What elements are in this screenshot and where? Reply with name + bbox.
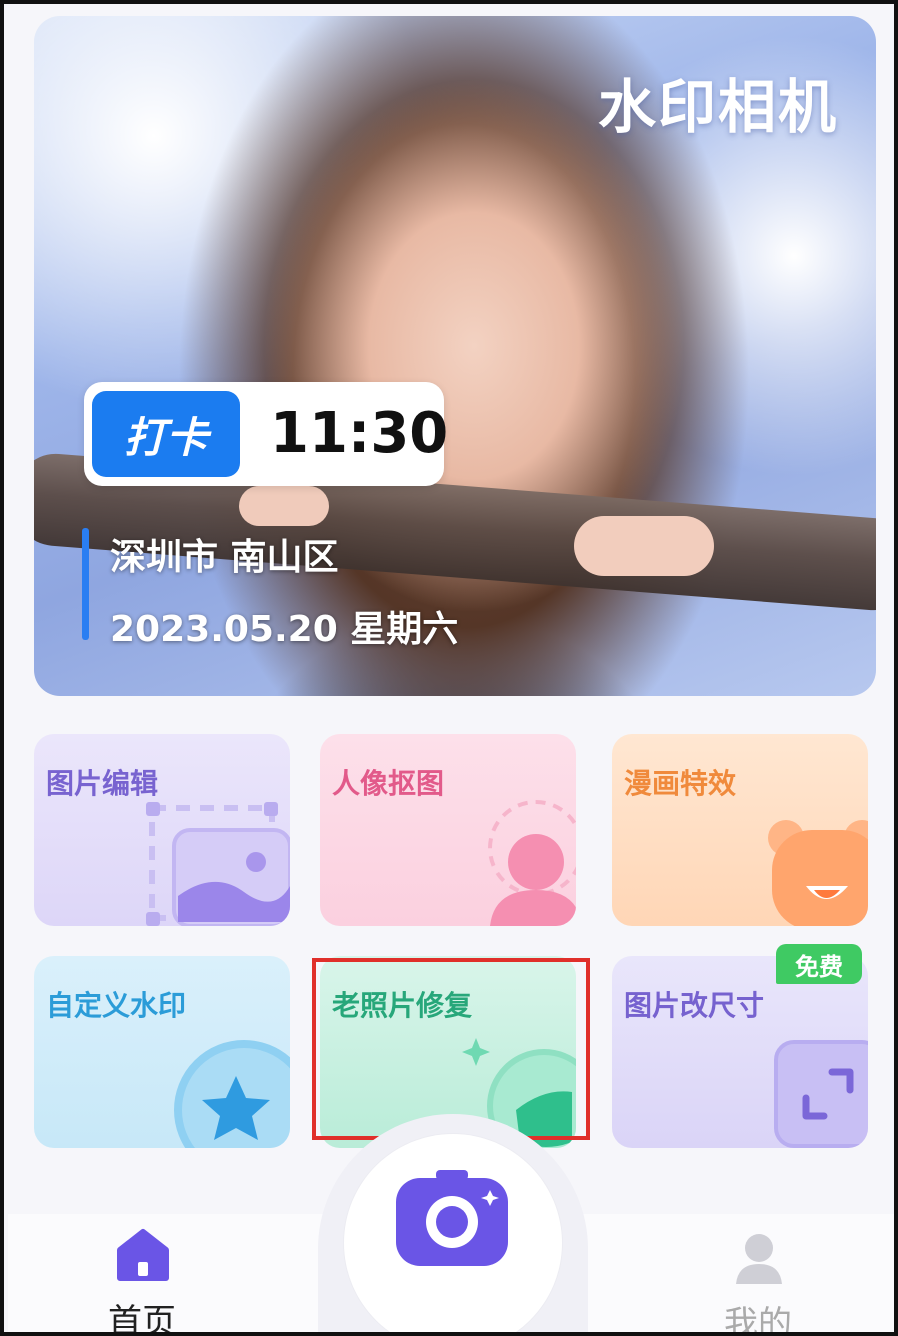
feature-label: 自定义水印 bbox=[46, 989, 187, 1022]
feature-image-edit[interactable]: 图片编辑 bbox=[34, 734, 290, 926]
free-badge: 免费 bbox=[776, 944, 862, 984]
feature-image-resize[interactable]: 图片改尺寸 bbox=[612, 956, 868, 1148]
feature-comic-effect[interactable]: 漫画特效 bbox=[612, 734, 868, 926]
bear-icon bbox=[768, 820, 868, 926]
tab-label-home: 首页 bbox=[108, 1302, 176, 1336]
date-text: 2023.05.20 星期六 bbox=[110, 609, 459, 650]
home-icon bbox=[117, 1229, 169, 1281]
tab-label-profile: 我的 bbox=[724, 1304, 792, 1336]
feature-label: 人像抠图 bbox=[332, 767, 445, 800]
image-edit-icon bbox=[146, 802, 290, 926]
camera-button[interactable] bbox=[396, 1170, 508, 1266]
highlight-box bbox=[312, 958, 590, 1140]
hand-decoration bbox=[239, 486, 329, 526]
resize-icon bbox=[774, 1040, 868, 1148]
profile-icon bbox=[736, 1234, 782, 1284]
checkin-stamp: 打卡 11:30 bbox=[84, 382, 448, 486]
app-title: 水印相机 bbox=[597, 73, 838, 141]
portrait-cutout-icon bbox=[488, 800, 576, 926]
location-text: 深圳市 南山区 bbox=[110, 537, 339, 578]
app-screen: 水印相机 打卡 11:30 深圳市 南山区 2023.05.20 星期六 图片编… bbox=[0, 0, 898, 1336]
hand-decoration bbox=[574, 516, 714, 576]
feature-label: 漫画特效 bbox=[624, 767, 737, 800]
location-accent-bar bbox=[82, 528, 89, 640]
feature-label: 图片改尺寸 bbox=[624, 989, 765, 1022]
hero-banner[interactable]: 水印相机 打卡 11:30 深圳市 南山区 2023.05.20 星期六 bbox=[34, 16, 876, 696]
feature-portrait-cutout[interactable]: 人像抠图 bbox=[320, 734, 576, 926]
feature-label: 图片编辑 bbox=[46, 767, 159, 800]
checkin-time: 11:30 bbox=[270, 401, 449, 466]
checkin-badge: 打卡 bbox=[92, 391, 240, 477]
star-icon bbox=[174, 1040, 290, 1148]
feature-custom-watermark[interactable]: 自定义水印 bbox=[34, 956, 290, 1148]
